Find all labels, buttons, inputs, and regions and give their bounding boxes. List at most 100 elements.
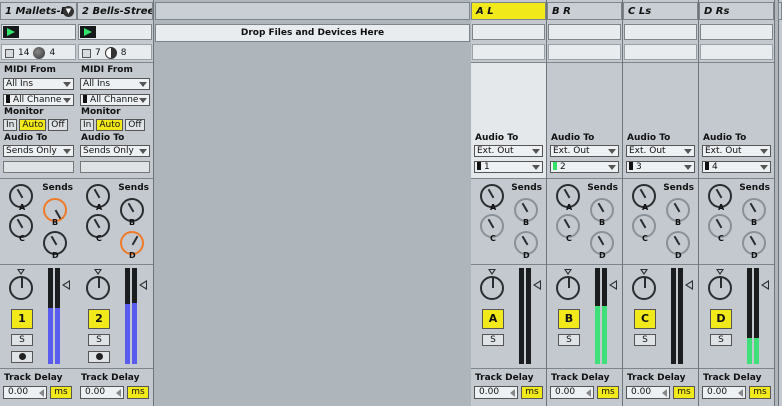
- solo-button[interactable]: S: [482, 334, 504, 346]
- return-title[interactable]: B R: [547, 2, 622, 20]
- clip-slot[interactable]: [472, 24, 545, 40]
- stop-slot[interactable]: [472, 44, 545, 60]
- solo-button[interactable]: S: [88, 334, 110, 346]
- divider: [699, 368, 774, 369]
- meter-fill: [48, 308, 53, 364]
- stop-slot[interactable]: [624, 44, 697, 60]
- pan-knob[interactable]: [632, 276, 656, 300]
- midi-from-select[interactable]: All Ins: [80, 78, 150, 90]
- divider: [623, 264, 698, 265]
- clip-slot[interactable]: [1, 24, 76, 40]
- pan-knob[interactable]: [480, 276, 504, 300]
- midi-from-select[interactable]: All Ins: [3, 78, 74, 90]
- meter-fill: [602, 306, 607, 364]
- volume-fader-icon[interactable]: [685, 280, 693, 290]
- volume-fader-icon[interactable]: [533, 280, 541, 290]
- status-dot-icon: [33, 47, 46, 59]
- track-delay-label: Track Delay: [703, 373, 762, 383]
- midi-from-value: All Ins: [83, 79, 111, 89]
- track-activator-button[interactable]: 2: [88, 309, 110, 329]
- track-activator-button[interactable]: B: [558, 309, 580, 329]
- monitor-off-button[interactable]: Off: [125, 119, 145, 131]
- output-channel-select[interactable]: [3, 161, 74, 173]
- track-delay-input[interactable]: 0.00: [702, 386, 746, 399]
- audio-to-select[interactable]: Sends Only: [80, 145, 150, 157]
- send-c-label: C: [19, 234, 25, 243]
- audio-to-select[interactable]: Ext. Out: [626, 145, 695, 157]
- pan-knob[interactable]: [708, 276, 732, 300]
- chevron-down-icon: [532, 165, 540, 170]
- track-title[interactable]: 1 Mallets-B ▼: [0, 2, 77, 20]
- track-delay-input[interactable]: 0.00: [550, 386, 594, 399]
- play-icon[interactable]: [80, 26, 96, 38]
- stop-square-icon[interactable]: [82, 48, 91, 58]
- track-title[interactable]: 2 Bells-Stree: [77, 2, 153, 20]
- return-title[interactable]: A L: [471, 2, 546, 20]
- output-channel-select[interactable]: 2: [550, 161, 619, 173]
- track-activator-button[interactable]: 1: [11, 309, 33, 329]
- solo-button[interactable]: S: [558, 334, 580, 346]
- output-channel-select[interactable]: 1: [474, 161, 543, 173]
- pan-knob[interactable]: [86, 276, 110, 300]
- clip-slot[interactable]: [78, 24, 152, 40]
- track-delay-unit-button[interactable]: ms: [749, 386, 771, 399]
- monitor-label: Monitor: [4, 107, 44, 117]
- track-title-text: 2 Bells-Stree: [82, 6, 153, 17]
- pan-knob[interactable]: [9, 276, 33, 300]
- drop-zone[interactable]: Drop Files and Devices Here: [155, 24, 470, 42]
- solo-button[interactable]: S: [710, 334, 732, 346]
- track-delay-unit-button[interactable]: ms: [127, 386, 149, 399]
- arm-record-icon[interactable]: [11, 351, 33, 363]
- track-delay-input[interactable]: 0.00: [626, 386, 670, 399]
- clip-slot[interactable]: [548, 24, 621, 40]
- midi-channel-select[interactable]: All Channe: [3, 94, 74, 106]
- monitor-auto-button[interactable]: Auto: [96, 119, 124, 131]
- volume-fader-icon[interactable]: [609, 280, 617, 290]
- level-meter-left: [595, 268, 600, 364]
- monitor-in-button[interactable]: In: [80, 119, 95, 131]
- arm-record-icon[interactable]: [88, 351, 110, 363]
- play-icon[interactable]: [3, 26, 19, 38]
- volume-fader-icon[interactable]: [139, 280, 147, 290]
- track-delay-input[interactable]: 0.00: [80, 386, 124, 399]
- stop-slot[interactable]: [700, 44, 773, 60]
- monitor-in-button[interactable]: In: [3, 119, 18, 131]
- track-activator-button[interactable]: D: [710, 309, 732, 329]
- track-delay-unit-button[interactable]: ms: [597, 386, 619, 399]
- track-delay-input[interactable]: 0.00: [474, 386, 518, 399]
- solo-button[interactable]: S: [634, 334, 656, 346]
- pan-knob[interactable]: [556, 276, 580, 300]
- track-delay-unit-button[interactable]: ms: [673, 386, 695, 399]
- audio-to-select[interactable]: Ext. Out: [474, 145, 543, 157]
- arrow-left-icon: [39, 389, 44, 397]
- clip-slot[interactable]: [624, 24, 697, 40]
- volume-fader-icon[interactable]: [761, 280, 769, 290]
- monitor-off-button[interactable]: Off: [48, 119, 68, 131]
- audio-to-select[interactable]: Sends Only: [3, 145, 74, 157]
- monitor-auto-button[interactable]: Auto: [19, 119, 47, 131]
- track-menu-icon[interactable]: ▼: [63, 6, 74, 17]
- track-activator-button[interactable]: A: [482, 309, 504, 329]
- output-channel-select[interactable]: 4: [702, 161, 771, 173]
- output-channel-value: 2: [560, 162, 566, 172]
- output-channel-select[interactable]: 3: [626, 161, 695, 173]
- track-activator-button[interactable]: C: [634, 309, 656, 329]
- track-delay-unit-button[interactable]: ms: [521, 386, 543, 399]
- divider: [623, 62, 698, 63]
- volume-fader-icon[interactable]: [62, 280, 70, 290]
- clip-slot[interactable]: [700, 24, 773, 40]
- track-delay-unit-button[interactable]: ms: [50, 386, 72, 399]
- output-channel-select[interactable]: [80, 161, 150, 173]
- channel-icon: [6, 95, 10, 103]
- stop-slot[interactable]: [548, 44, 621, 60]
- stop-square-icon[interactable]: [5, 48, 14, 58]
- audio-to-select[interactable]: Ext. Out: [550, 145, 619, 157]
- return-title[interactable]: C Ls: [623, 2, 698, 20]
- output-channel-value: 1: [484, 162, 490, 172]
- track-delay-input[interactable]: 0.00: [3, 386, 47, 399]
- return-title[interactable]: D Rs: [699, 2, 774, 20]
- audio-to-select[interactable]: Ext. Out: [702, 145, 771, 157]
- solo-button[interactable]: S: [11, 334, 33, 346]
- midi-channel-select[interactable]: All Channe: [80, 94, 150, 106]
- level-meter-right: [678, 268, 683, 364]
